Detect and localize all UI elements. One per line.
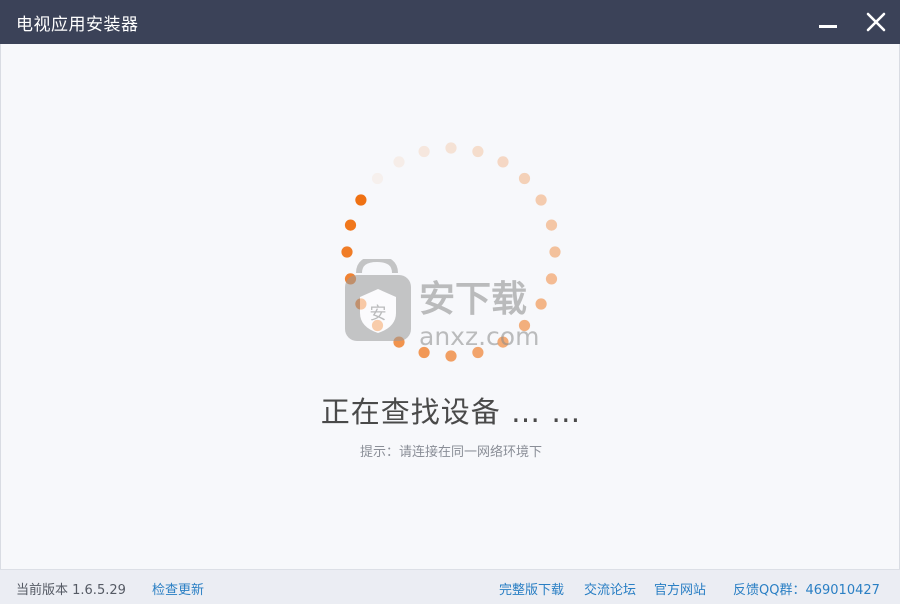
spinner-dot — [518, 172, 531, 185]
spinner-dot — [545, 219, 558, 231]
window-title: 电视应用安装器 — [16, 14, 139, 35]
spinner-dot — [341, 246, 353, 258]
connection-hint: 提示：请连接在同一网络环境下 — [359, 445, 542, 460]
watermark-url: anxz.com — [419, 322, 539, 351]
watermark-logo: 安 安下载 anxz.com — [345, 259, 539, 351]
title-bar: 电视应用安装器 — [0, 0, 900, 44]
close-button[interactable] — [861, 7, 891, 37]
forum-link[interactable]: 交流论坛 — [584, 579, 636, 598]
shopping-bag-icon — [345, 259, 411, 341]
minimize-icon — [819, 25, 837, 28]
spinner-dot — [497, 156, 509, 168]
watermark-brand: 安下载 — [419, 279, 527, 320]
full-download-link[interactable]: 完整版下载 — [499, 579, 564, 598]
spinner-dot — [445, 142, 457, 154]
website-link[interactable]: 官方网站 — [654, 579, 706, 598]
spinner-dot — [393, 156, 405, 168]
badge-char: 安 — [370, 304, 387, 324]
minimize-button[interactable] — [813, 7, 843, 37]
status-bar: 当前版本 1.6.5.29 检查更新 完整版下载 交流论坛 官方网站 反馈QQ群… — [0, 569, 900, 604]
spinner-dot — [344, 219, 357, 231]
check-update-link[interactable]: 检查更新 — [152, 579, 204, 598]
spinner-dot — [472, 145, 484, 158]
feedback-qq-link[interactable]: 反馈QQ群：469010427 — [733, 579, 880, 598]
main-content: 安 安下载 anxz.com 正在查找设备 … … 提示：请连接在同一网络环境下 — [0, 44, 900, 569]
spinner-dot — [371, 172, 384, 185]
spinner-dot — [549, 246, 561, 258]
searching-status: 正在查找设备 … … — [320, 395, 582, 429]
spinner-dot — [418, 145, 430, 158]
close-icon — [866, 12, 886, 32]
spinner-dot — [355, 194, 367, 206]
version-label: 当前版本 1.6.5.29 — [16, 583, 126, 598]
spinner-dot — [535, 194, 547, 206]
